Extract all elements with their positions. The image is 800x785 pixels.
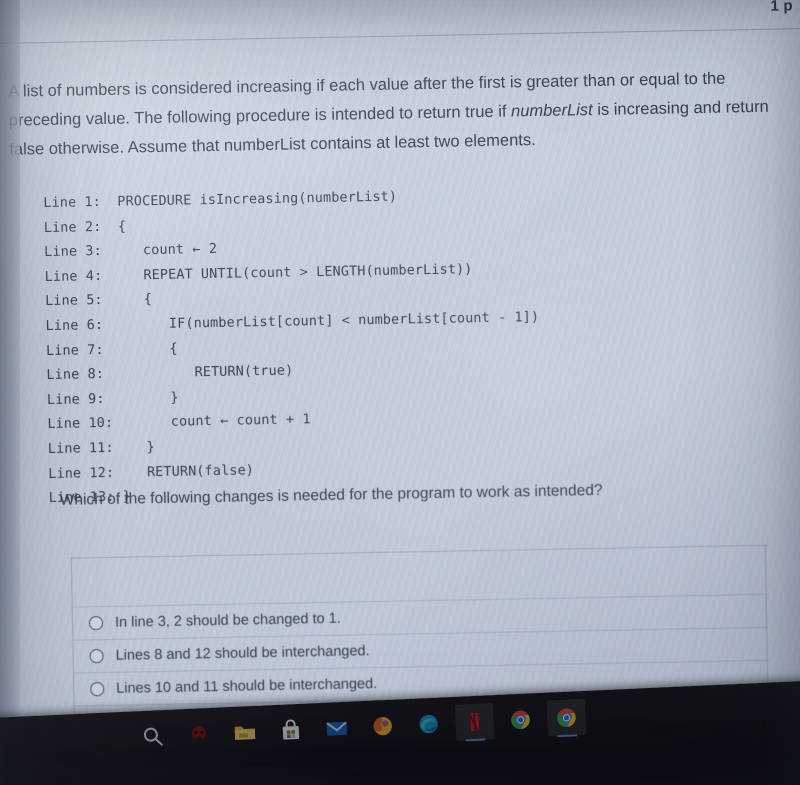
chrome-icon[interactable]	[508, 707, 533, 732]
monitor-screen-surface: 1 p A list of numbers is considered incr…	[0, 0, 800, 785]
microsoft-edge-icon[interactable]	[416, 712, 441, 737]
points-label: 1 p	[770, 0, 793, 15]
header-divider	[0, 28, 800, 44]
radio-button-icon[interactable]	[90, 682, 105, 697]
cortana-search-icon[interactable]	[140, 724, 165, 749]
cut-off-header-text	[13, 0, 433, 8]
question-stem-identifier-1: numberList	[510, 100, 593, 121]
question-stem: A list of numbers is considered increasi…	[8, 63, 791, 164]
monitor-bezel-left	[0, 0, 20, 785]
question-stem-line-2a: preceding value. The following procedure…	[8, 102, 512, 130]
answer-option-label: In line 3, 2 should be changed to 1.	[114, 610, 341, 631]
file-explorer-icon[interactable]	[232, 720, 257, 745]
question-stem-line-2c: is increasing and	[592, 98, 722, 119]
netflix-icon[interactable]	[462, 709, 487, 742]
alienware-command-center-icon[interactable]	[186, 722, 211, 747]
answer-option-label: Lines 8 and 12 should be interchanged.	[115, 643, 370, 664]
chrome-window-icon[interactable]	[554, 705, 579, 738]
firefox-icon[interactable]	[370, 714, 395, 739]
radio-button-icon[interactable]	[89, 649, 104, 664]
photo-scene: 1 p A list of numbers is considered incr…	[0, 0, 800, 785]
mail-icon[interactable]	[324, 716, 349, 741]
question-stem-identifier-2: numberList	[223, 135, 306, 155]
question-stem-line-1: A list of numbers is considered increasi…	[8, 69, 726, 101]
question-stem-line-3c: contains at least two elements.	[305, 131, 536, 154]
answer-option-label: Lines 10 and 11 should be interchanged.	[116, 676, 378, 697]
photo-of-monitor-screenshot: 1 p A list of numbers is considered incr…	[0, 0, 800, 785]
pseudocode-block: Line 1: PROCEDURE isIncreasing(numberLis…	[43, 179, 689, 510]
quiz-page-content: 1 p A list of numbers is considered incr…	[0, 0, 800, 741]
radio-button-icon[interactable]	[88, 616, 104, 631]
microsoft-store-icon[interactable]	[278, 718, 303, 743]
